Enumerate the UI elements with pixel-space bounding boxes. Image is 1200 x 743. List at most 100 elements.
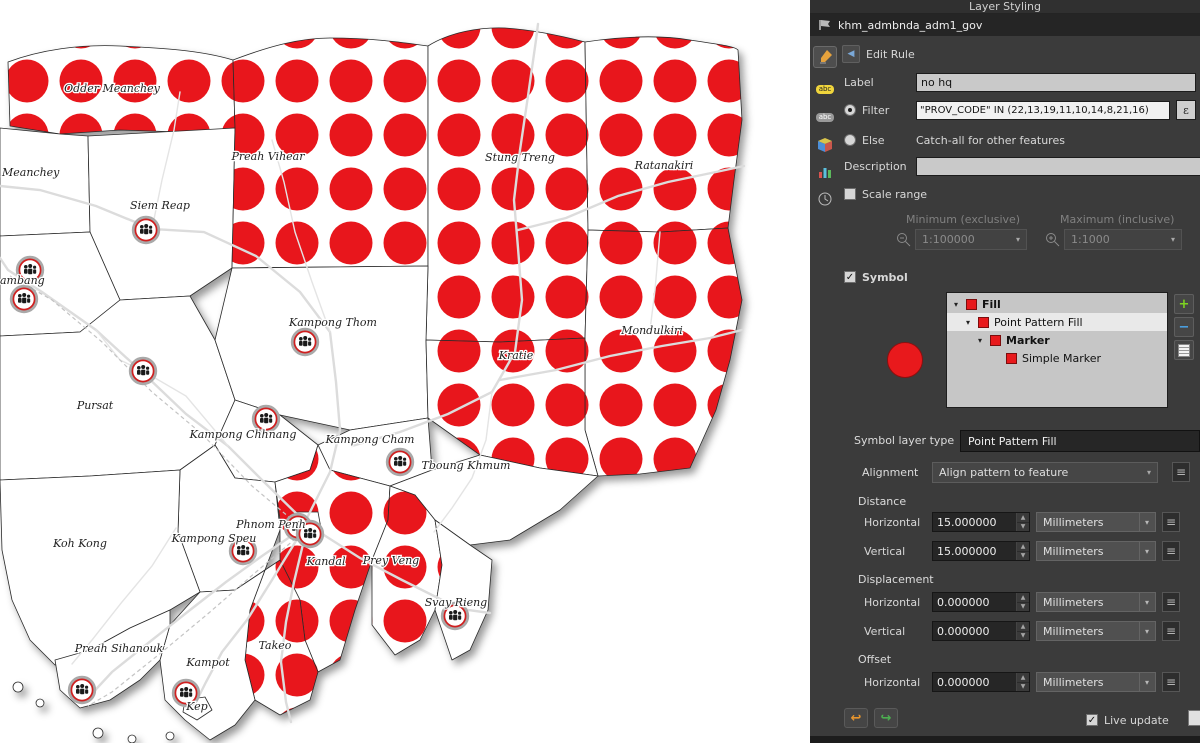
- max-scale-combobox[interactable]: 1:1000▾: [1064, 229, 1182, 250]
- map-svg: Odder Meanchey Meanchey Siem Reap Preah …: [0, 0, 810, 743]
- displacement-vertical-spinbox[interactable]: ▲▼: [932, 621, 1030, 641]
- data-defined-override-button[interactable]: ≡: [1162, 592, 1180, 612]
- labels-tab[interactable]: abc: [813, 78, 837, 100]
- offset-horizontal-spinbox[interactable]: ▲▼: [932, 672, 1030, 692]
- notepad-icon: [1178, 344, 1190, 357]
- displacement-caption: Displacement: [858, 569, 934, 589]
- province-stung-treng[interactable]: [426, 28, 588, 342]
- symbol-caption: Symbol: [862, 271, 908, 284]
- displacement-horizontal-spinbox[interactable]: ▲▼: [932, 592, 1030, 612]
- province-siem-reap[interactable]: [88, 128, 235, 300]
- filter-expression-input[interactable]: [916, 101, 1170, 120]
- add-symbol-layer-button[interactable]: +: [1174, 294, 1194, 314]
- filter-row: Filter ε: [844, 100, 1196, 120]
- rule-label-input[interactable]: [916, 73, 1196, 92]
- panel-bottom-strip: [810, 736, 1200, 743]
- scale-range-row: Scale range: [844, 184, 927, 204]
- scale-range-checkbox[interactable]: [844, 188, 856, 200]
- symbology-tab[interactable]: [813, 46, 837, 68]
- province-label: Kampot: [185, 656, 230, 669]
- footer-buttons: ↩ ↪: [844, 708, 898, 728]
- alignment-combobox[interactable]: Align pattern to feature▾: [932, 462, 1158, 483]
- distance-horizontal-spinbox[interactable]: ▲▼: [932, 512, 1030, 532]
- min-scale-combobox[interactable]: 1:100000▾: [915, 229, 1027, 250]
- zoom-in-icon: [1045, 232, 1060, 247]
- province-label: Phnom Penh: [235, 518, 306, 531]
- expander-icon[interactable]: ▾: [963, 318, 973, 327]
- displacement-horizontal-unit-combobox[interactable]: Millimeters▾: [1036, 592, 1156, 612]
- tree-item-simple-marker[interactable]: Simple Marker: [947, 349, 1167, 367]
- expression-builder-button[interactable]: ε: [1176, 100, 1196, 120]
- island: [93, 728, 103, 738]
- alignment-widgets: Align pattern to feature▾ ≡: [932, 462, 1190, 482]
- facility-marker: [131, 359, 156, 384]
- back-arrow-button[interactable]: ◀: [842, 45, 860, 63]
- tree-item-point-pattern-fill[interactable]: ▾ Point Pattern Fill: [947, 313, 1167, 331]
- scale-range-caption: Scale range: [862, 188, 927, 201]
- province-ratanakiri[interactable]: [585, 37, 742, 232]
- data-defined-override-button[interactable]: ≡: [1162, 621, 1180, 641]
- symbol-layer-type-combobox[interactable]: Point Pattern Fill: [960, 430, 1200, 452]
- province-label: Svay Rieng: [425, 596, 487, 609]
- else-row: Else Catch-all for other features: [844, 130, 1065, 150]
- label-caption: Label: [844, 76, 910, 89]
- data-defined-override-button[interactable]: ≡: [1162, 541, 1180, 561]
- view-3d-tab[interactable]: [813, 134, 837, 156]
- description-caption: Description: [844, 160, 910, 173]
- displacement-vertical-unit-combobox[interactable]: Millimeters▾: [1036, 621, 1156, 641]
- province-banteay-meanchey[interactable]: [0, 128, 90, 236]
- distance-horizontal-row: Horizontal ▲▼ Millimeters▾ ≡: [864, 512, 1180, 532]
- data-defined-override-button[interactable]: ≡: [1162, 672, 1180, 692]
- distance-vertical-spinbox[interactable]: ▲▼: [932, 541, 1030, 561]
- tree-item-marker[interactable]: ▾ Marker: [947, 331, 1167, 349]
- filter-radio[interactable]: [844, 104, 856, 116]
- distance-vertical-unit-combobox[interactable]: Millimeters▾: [1036, 541, 1156, 561]
- expander-icon[interactable]: ▾: [975, 336, 985, 345]
- mask-tab[interactable]: abc: [813, 106, 837, 128]
- island: [166, 732, 174, 740]
- live-update-checkbox[interactable]: [1086, 714, 1098, 726]
- history-tab[interactable]: [813, 188, 837, 210]
- facility-marker: [70, 678, 95, 703]
- displacement-horizontal-row: Horizontal ▲▼ Millimeters▾ ≡: [864, 592, 1180, 612]
- fill-swatch-icon: [966, 299, 977, 310]
- province-label: Mondulkiri: [620, 324, 683, 337]
- apply-checkbox[interactable]: [1188, 710, 1200, 726]
- alignment-caption: Alignment: [862, 462, 918, 482]
- province-label: Kampong Thom: [288, 316, 377, 329]
- offset-horizontal-row: Horizontal ▲▼ Millimeters▾ ≡: [864, 672, 1180, 692]
- expander-icon[interactable]: ▾: [951, 300, 961, 309]
- map-canvas[interactable]: Odder Meanchey Meanchey Siem Reap Preah …: [0, 0, 810, 743]
- province-label: Odder Meanchey: [64, 82, 161, 95]
- bar-chart-icon: [817, 164, 833, 180]
- province-label: Takeo: [259, 639, 292, 652]
- facility-marker: [293, 330, 318, 355]
- province-label: Meanchey: [1, 166, 60, 179]
- symbol-checkbox[interactable]: [844, 271, 856, 283]
- layer-selector[interactable]: khm_admbnda_adm1_gov: [810, 14, 1200, 36]
- edit-rule-title: Edit Rule: [866, 48, 915, 61]
- data-defined-override-button[interactable]: ≡: [1172, 462, 1190, 482]
- else-description: Catch-all for other features: [916, 134, 1065, 147]
- province-label: Tboung Khmum: [422, 459, 511, 472]
- point-pattern-swatch-icon: [978, 317, 989, 328]
- symbol-preview: [887, 342, 923, 378]
- distance-caption: Distance: [858, 491, 906, 511]
- tree-item-fill[interactable]: ▾ Fill: [947, 295, 1167, 313]
- data-defined-override-button[interactable]: ≡: [1162, 512, 1180, 532]
- else-radio[interactable]: [844, 134, 856, 146]
- edit-symbol-layer-button[interactable]: [1174, 340, 1194, 360]
- live-update-row: Live update: [1086, 710, 1169, 730]
- province-label: Kampong Chhnang: [189, 428, 297, 441]
- island: [36, 699, 44, 707]
- description-input[interactable]: [916, 157, 1200, 176]
- redo-button[interactable]: ↪: [874, 708, 898, 728]
- province-label: Kampong Speu: [171, 532, 257, 545]
- diagrams-tab[interactable]: [813, 161, 837, 183]
- cube-3d-icon: [817, 137, 833, 153]
- qgis-window: Odder Meanchey Meanchey Siem Reap Preah …: [0, 0, 1200, 743]
- offset-horizontal-unit-combobox[interactable]: Millimeters▾: [1036, 672, 1156, 692]
- remove-symbol-layer-button[interactable]: −: [1174, 317, 1194, 337]
- undo-button[interactable]: ↩: [844, 708, 868, 728]
- distance-horizontal-unit-combobox[interactable]: Millimeters▾: [1036, 512, 1156, 532]
